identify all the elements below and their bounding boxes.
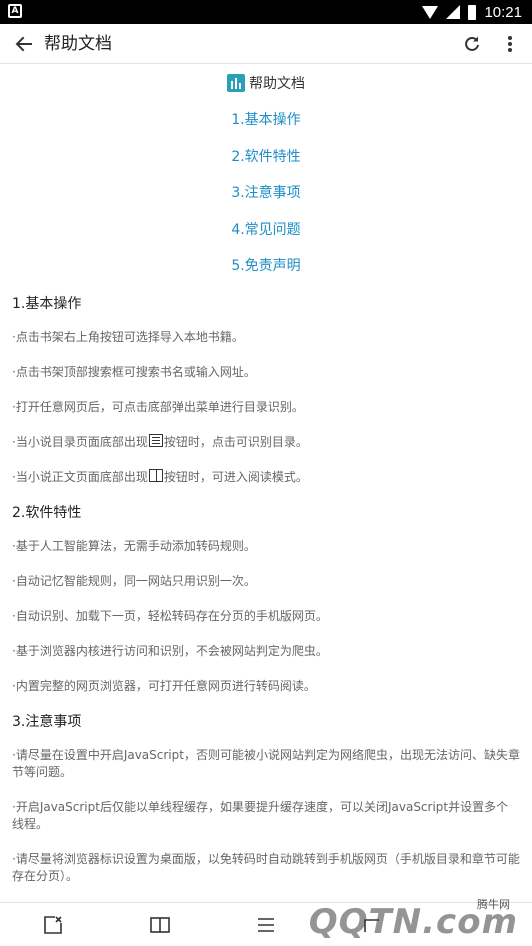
battery-icon	[468, 4, 477, 20]
paragraph: ·自动识别、加载下一页，轻松转码存在分页的手机版网页。	[12, 608, 328, 623]
menu-button[interactable]	[213, 903, 319, 946]
toc-link-notes[interactable]: 3.注意事项	[12, 175, 520, 212]
book-open-icon	[149, 916, 170, 933]
paragraph: ·请尽量在设置中开启JavaScript，否则可能被小说网站判定为网络爬虫，出现…	[12, 747, 520, 779]
back-button[interactable]	[8, 28, 40, 60]
status-bar: A 10:21	[0, 0, 532, 24]
toc-title: 帮助文档	[249, 76, 305, 92]
notification-a-icon: A	[8, 4, 22, 18]
section-heading-notes: 3.注意事项	[12, 713, 82, 730]
refresh-button[interactable]	[458, 30, 486, 58]
toc-list: 1.基本操作 2.软件特性 3.注意事项 4.常见问题 5.免责声明	[12, 102, 520, 285]
toc-link-faq[interactable]: 4.常见问题	[12, 212, 520, 249]
section-heading-features: 2.软件特性	[12, 504, 82, 521]
tab-icon	[364, 918, 380, 932]
status-icons: 10:21	[422, 0, 522, 24]
toc-link-disclaimer[interactable]: 5.免责声明	[12, 248, 520, 285]
toc-link-basic[interactable]: 1.基本操作	[12, 102, 520, 139]
app-bar: 帮助文档	[0, 24, 532, 64]
paragraph: ·请尽量将浏览器标识设置为桌面版，以免转码时自动跳转到手机版网页（手机版目录和章…	[12, 851, 520, 883]
paragraph-text: ·当小说正文页面底部出现	[12, 469, 148, 484]
paragraph-text: 按钮时，可进入阅读模式。	[163, 469, 308, 484]
paragraph-text: 按钮时，点击可识别目录。	[163, 434, 308, 449]
page-title: 帮助文档	[44, 34, 112, 54]
bottom-toolbar	[0, 902, 532, 946]
status-time: 10:21	[484, 3, 522, 21]
reading-mode-button[interactable]	[106, 903, 212, 946]
paragraph: ·内置完整的网页浏览器，可打开任意网页进行转码阅读。	[12, 678, 316, 693]
toc-link-features[interactable]: 2.软件特性	[12, 139, 520, 176]
signal-icon	[446, 5, 461, 19]
section-heading-basic: 1.基本操作	[12, 295, 82, 312]
paragraph: ·开启JavaScript后仅能以单线程缓存，如果要提升缓存速度，可以关闭Jav…	[12, 799, 509, 831]
paragraph-text: ·当小说目录页面底部出现	[12, 434, 148, 449]
paragraph: ·基于人工智能算法，无需手动添加转码规则。	[12, 538, 256, 553]
menu-icon	[258, 917, 275, 932]
wifi-icon	[422, 5, 439, 19]
refresh-icon	[465, 36, 479, 51]
toolbar-button-5[interactable]	[426, 903, 532, 946]
paragraph: ·基于浏览器内核进行访问和识别，不会被网站判定为爬虫。	[12, 643, 328, 658]
more-options-button[interactable]	[496, 30, 524, 58]
list-icon	[148, 433, 163, 447]
arrow-left-icon	[15, 36, 32, 52]
toc-header: 帮助文档	[12, 72, 520, 94]
close-page-button[interactable]	[0, 903, 106, 946]
app-logo-icon	[227, 74, 245, 92]
close-page-icon	[44, 915, 63, 934]
paragraph: ·打开任意网页后，可点击底部弹出菜单进行目录识别。	[12, 399, 304, 414]
paragraph-with-icon: ·当小说正文页面底部出现 按钮时，可进入阅读模式。	[12, 468, 520, 486]
paragraph-with-icon: ·当小说目录页面底部出现 按钮时，点击可识别目录。	[12, 433, 520, 451]
more-vertical-icon	[508, 36, 512, 52]
paragraph: ·点击书架右上角按钮可选择导入本地书籍。	[12, 329, 244, 344]
book-open-icon	[148, 468, 163, 482]
help-content[interactable]: 帮助文档 1.基本操作 2.软件特性 3.注意事项 4.常见问题 5.免责声明 …	[0, 64, 532, 902]
paragraph: ·自动记忆智能规则，同一网站只用识别一次。	[12, 573, 256, 588]
toolbar-button-4[interactable]	[319, 903, 425, 946]
paragraph: ·点击书架顶部搜索框可搜索书名或输入网址。	[12, 364, 256, 379]
